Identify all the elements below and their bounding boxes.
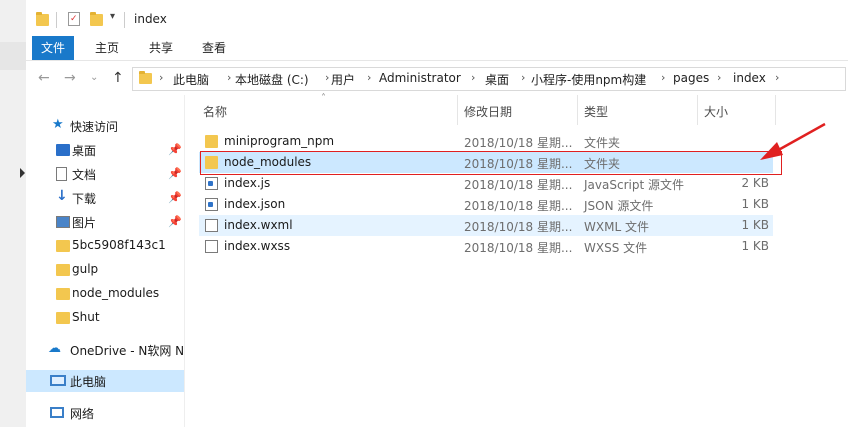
chevron-right-icon[interactable]: › — [367, 71, 371, 84]
nav-onedrive[interactable]: ☁ OneDrive - N软网 N — [26, 339, 184, 361]
nav-quick-access-label: 快速访问 — [70, 120, 119, 134]
tab-home[interactable]: 主页 — [88, 36, 126, 60]
address-row: ← → ⌄ ↑ › 此电脑 › 本地磁盘 (C:) › 用户 › Adminis… — [26, 61, 848, 95]
chevron-right-icon[interactable]: › — [661, 71, 665, 84]
nav-item-folder[interactable]: gulp — [26, 259, 184, 281]
nav-item-folder[interactable]: Shut — [26, 307, 184, 329]
folder-icon — [56, 264, 70, 276]
nav-item-label: 文档 — [72, 168, 97, 182]
chevron-right-icon[interactable]: › — [325, 71, 329, 84]
folder-icon — [56, 240, 70, 252]
download-icon: ↓ — [56, 188, 68, 204]
breadcrumb-administrator[interactable]: Administrator — [379, 71, 461, 85]
breadcrumb-local-disk[interactable]: 本地磁盘 (C:) — [235, 71, 309, 88]
network-icon — [50, 407, 64, 418]
divider — [124, 12, 125, 28]
nav-network[interactable]: 网络 — [26, 402, 184, 424]
pin-icon[interactable]: 📌 — [168, 215, 182, 228]
forward-icon[interactable]: → — [64, 70, 76, 86]
breadcrumb-index[interactable]: index — [733, 71, 766, 85]
breadcrumb-users[interactable]: 用户 — [331, 71, 355, 88]
breadcrumb-desktop[interactable]: 桌面 — [485, 71, 509, 88]
nav-item-pictures[interactable]: 图片 📌 — [26, 211, 184, 233]
window-title: index — [134, 12, 167, 26]
breadcrumb-this-pc[interactable]: 此电脑 — [173, 71, 209, 88]
background-window-strip — [0, 0, 27, 427]
properties-icon[interactable]: ✓ — [68, 12, 80, 26]
star-icon: ★ — [52, 117, 64, 132]
chevron-right-icon[interactable]: › — [521, 71, 525, 84]
chevron-right-icon[interactable]: › — [227, 71, 231, 84]
nav-item-downloads[interactable]: ↓ 下载 📌 — [26, 187, 184, 209]
up-icon[interactable]: ↑ — [112, 70, 124, 86]
document-icon — [56, 167, 67, 181]
nav-item-label: node_modules — [72, 286, 160, 300]
annotation-arrow-shaft — [772, 122, 826, 155]
chevron-right-icon[interactable]: › — [775, 71, 779, 84]
nav-onedrive-label: OneDrive - N软网 N — [70, 344, 185, 358]
nav-item-label: 桌面 — [72, 144, 97, 158]
pin-icon[interactable]: 📌 — [168, 167, 182, 180]
navigation-pane: ★ 快速访问 桌面 📌 文档 📌 ↓ 下载 📌 图片 📌 5bc5908f143… — [26, 95, 185, 427]
tab-file[interactable]: 文件 — [32, 36, 74, 60]
breadcrumb-project[interactable]: 小程序-使用npm构建 — [531, 71, 646, 88]
nav-this-pc[interactable]: 此电脑 — [26, 370, 184, 392]
back-icon[interactable]: ← — [38, 70, 50, 86]
tab-view[interactable]: 查看 — [195, 36, 233, 60]
tab-share[interactable]: 共享 — [142, 36, 180, 60]
nav-network-label: 网络 — [70, 407, 95, 421]
address-bar[interactable]: › 此电脑 › 本地磁盘 (C:) › 用户 › Administrator ›… — [132, 67, 846, 91]
cloud-icon: ☁ — [48, 341, 61, 356]
chevron-right-icon[interactable]: › — [159, 71, 163, 84]
title-bar: ✓ ▾ index — [26, 0, 848, 36]
chevron-right-icon[interactable]: › — [471, 71, 475, 84]
picture-icon — [56, 216, 70, 228]
new-folder-icon[interactable] — [90, 12, 103, 26]
nav-this-pc-label: 此电脑 — [70, 375, 107, 389]
pin-icon[interactable]: 📌 — [168, 143, 182, 156]
pin-icon[interactable]: 📌 — [168, 191, 182, 204]
nav-item-folder[interactable]: node_modules — [26, 283, 184, 305]
nav-item-label: 5bc5908f143c1 — [72, 238, 166, 252]
nav-item-label: Shut — [72, 310, 100, 324]
nav-item-documents[interactable]: 文档 📌 — [26, 163, 184, 185]
nav-item-label: gulp — [72, 262, 99, 276]
address-folder-icon — [139, 71, 152, 84]
file-list: ˄ 名称 修改日期 类型 大小 miniprogram_npm 2018/10/… — [185, 93, 848, 427]
chevron-right-icon[interactable]: › — [717, 71, 721, 84]
computer-icon — [50, 375, 66, 386]
customize-toolbar-icon[interactable]: ▾ — [110, 11, 115, 22]
nav-item-label: 图片 — [72, 216, 97, 230]
recent-locations-icon[interactable]: ⌄ — [90, 72, 98, 83]
nav-quick-access[interactable]: ★ 快速访问 — [26, 115, 184, 137]
folder-icon — [56, 312, 70, 324]
divider — [56, 12, 57, 28]
window-folder-icon — [36, 12, 49, 26]
annotation-arrow-head — [760, 142, 783, 160]
breadcrumb-pages[interactable]: pages — [673, 71, 709, 85]
nav-item-folder[interactable]: 5bc5908f143c1 — [26, 235, 184, 257]
background-band — [0, 42, 26, 70]
expand-arrow-icon — [20, 168, 25, 178]
desktop-icon — [56, 144, 70, 156]
nav-item-desktop[interactable]: 桌面 📌 — [26, 139, 184, 161]
nav-item-label: 下载 — [72, 192, 97, 206]
annotation-arrow — [760, 122, 826, 160]
ribbon-tabs: 文件 主页 共享 查看 — [26, 36, 848, 61]
folder-icon — [56, 288, 70, 300]
